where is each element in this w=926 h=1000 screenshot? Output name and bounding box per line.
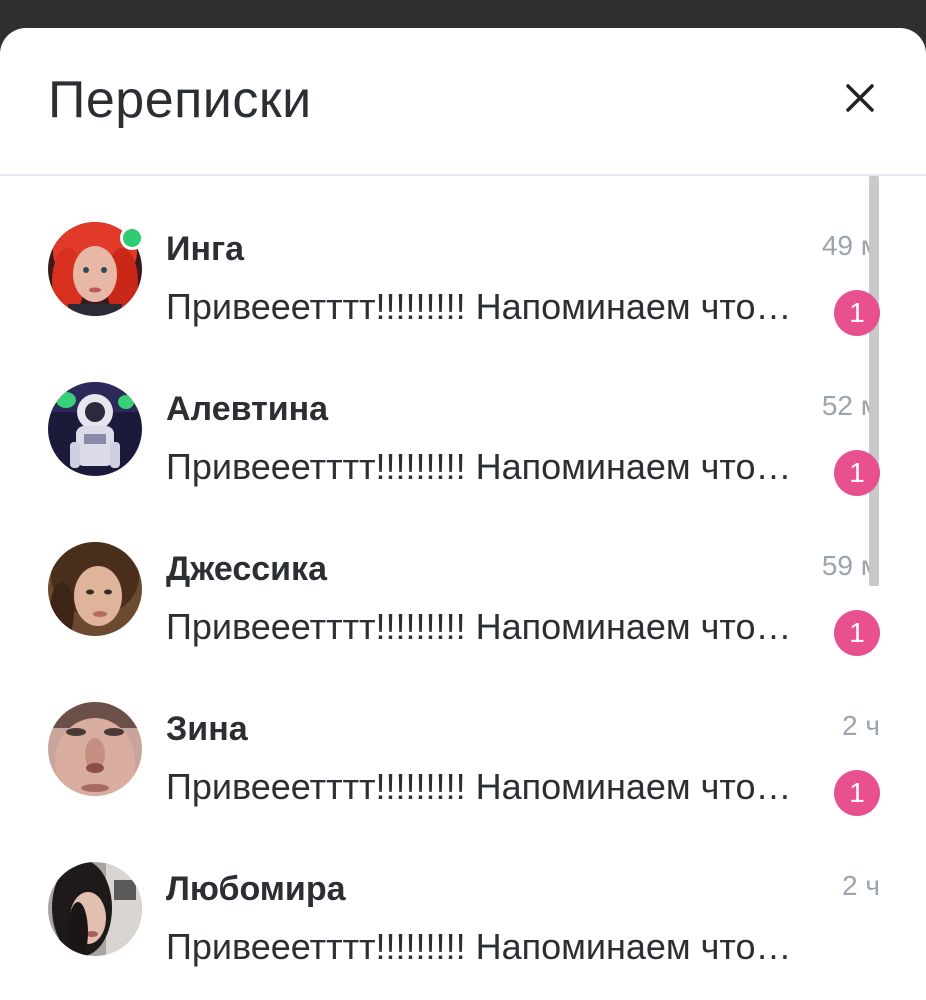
unread-badge: 1 — [834, 450, 880, 496]
contact-name: Алевтина — [166, 390, 329, 428]
list-item[interactable]: Инга 49 м Привееетттт!!!!!!!!! Напоминае… — [0, 176, 926, 336]
message-preview: Привееетттт!!!!!!!!! Напоминаем что… — [166, 766, 792, 807]
conversation-list[interactable]: Инга 49 м Привееетттт!!!!!!!!! Напоминае… — [0, 176, 926, 1000]
sheet-header: Переписки — [0, 28, 926, 176]
avatar — [48, 382, 142, 476]
list-item[interactable]: Любомира 2 ч Привееетттт!!!!!!!!! Напоми… — [0, 816, 926, 976]
page-title: Переписки — [48, 71, 312, 129]
message-preview: Привееетттт!!!!!!!!! Напоминаем что… — [166, 286, 792, 327]
list-item[interactable]: Алевтина 52 м Привееетттт!!!!!!!!! Напом… — [0, 336, 926, 496]
message-time: 2 ч — [842, 710, 880, 741]
contact-name: Любомира — [166, 870, 346, 908]
contact-name: Инга — [166, 230, 245, 268]
contact-name: Зина — [166, 710, 248, 748]
avatar — [48, 862, 142, 956]
avatar — [48, 542, 142, 636]
unread-badge: 1 — [834, 290, 880, 336]
scrollbar[interactable] — [869, 176, 879, 586]
conversations-sheet: Переписки Инга 49 м Привееетттт!!!!!!!!!… — [0, 28, 926, 1000]
list-item[interactable]: Джессика 59 м Привееетттт!!!!!!!!! Напом… — [0, 496, 926, 656]
online-indicator — [120, 226, 144, 250]
contact-name: Джессика — [166, 550, 327, 588]
message-time: 2 ч — [842, 870, 880, 901]
message-preview: Привееетттт!!!!!!!!! Напоминаем что… — [166, 606, 792, 647]
message-preview: Привееетттт!!!!!!!!! Напоминаем что… — [166, 446, 792, 487]
message-preview: Привееетттт!!!!!!!!! Напоминаем что… — [166, 926, 792, 967]
unread-badge: 1 — [834, 770, 880, 816]
list-item[interactable]: Зина 2 ч Привееетттт!!!!!!!!! Напоминаем… — [0, 656, 926, 816]
close-icon[interactable] — [842, 80, 878, 116]
avatar — [48, 702, 142, 796]
unread-badge: 1 — [834, 610, 880, 656]
